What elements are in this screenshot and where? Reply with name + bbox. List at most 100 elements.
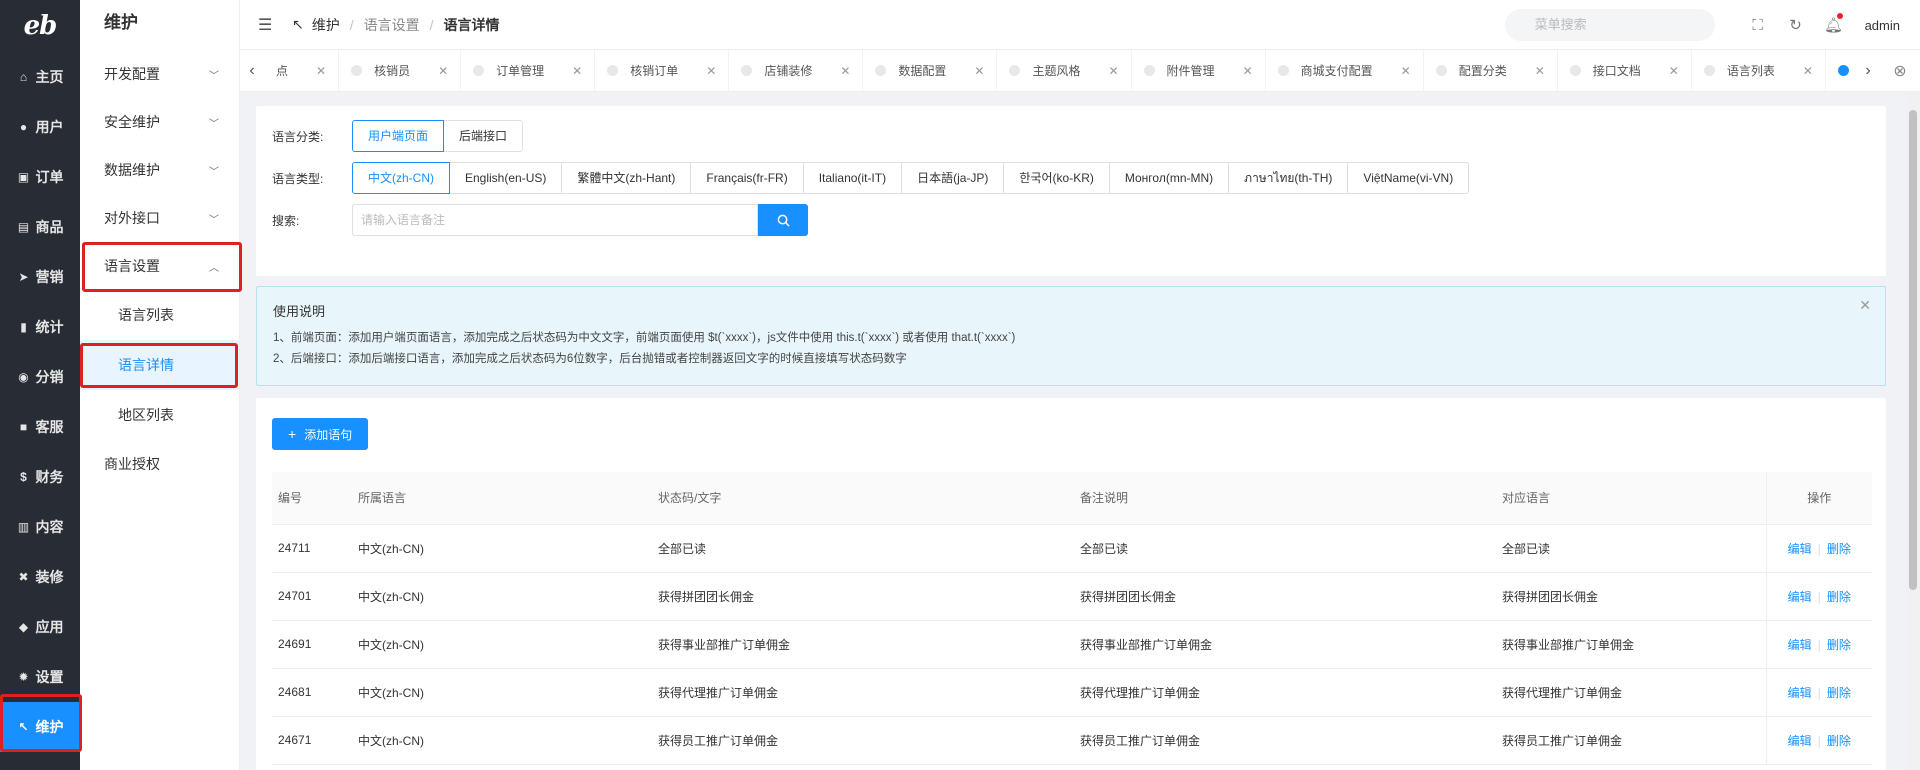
page-tab[interactable]: 配置分类 ✕ bbox=[1424, 50, 1558, 91]
tab-label: 附件管理 bbox=[1166, 64, 1215, 78]
page-tab[interactable]: 商城支付配置 ✕ bbox=[1266, 50, 1424, 91]
nav-item[interactable]: ✹ 设置 bbox=[0, 652, 80, 702]
nav-item[interactable]: ◆ 应用 bbox=[0, 602, 80, 652]
edit-link[interactable]: 编辑 bbox=[1788, 590, 1812, 604]
page-tab[interactable]: 附件管理 ✕ bbox=[1132, 50, 1266, 91]
edit-link[interactable]: 编辑 bbox=[1788, 686, 1812, 700]
nav-item[interactable]: ▣ 订单 bbox=[0, 152, 80, 202]
sub-menu-item[interactable]: 数据维护 ﹀ bbox=[80, 146, 239, 194]
row-actions: 编辑 | 删除 bbox=[1765, 620, 1872, 669]
language-type-option[interactable]: 日本語(ja-JP) bbox=[901, 162, 1005, 194]
page-tab[interactable]: 订单管理 ✕ bbox=[461, 50, 596, 91]
nav-item[interactable]: ▮ 统计 bbox=[0, 302, 80, 352]
sub-menu-child[interactable]: 地区列表 bbox=[80, 390, 239, 440]
fullscreen-icon[interactable]: ⛶ bbox=[1739, 17, 1777, 34]
nav-item[interactable]: ■ 客服 bbox=[0, 402, 80, 452]
nav-item[interactable]: ◉ 分销 bbox=[0, 352, 80, 402]
tab-status-dot bbox=[473, 65, 485, 76]
table-cell: 获得拼团团长佣金 bbox=[1496, 572, 1766, 621]
page-tab[interactable]: 主题风格 ✕ bbox=[997, 50, 1132, 91]
close-icon[interactable]: ✕ bbox=[706, 64, 716, 78]
language-type-option[interactable]: English(en-US) bbox=[449, 162, 563, 194]
gear-icon: ✹ bbox=[18, 670, 29, 684]
delete-link[interactable]: 删除 bbox=[1827, 638, 1851, 652]
language-type-option[interactable]: Монгол(mn-MN) bbox=[1108, 162, 1230, 194]
logo[interactable]: eb bbox=[0, 0, 80, 52]
category-option[interactable]: 后端接口 bbox=[443, 120, 524, 152]
nav-item[interactable]: $ 财务 bbox=[0, 452, 80, 502]
language-type-option[interactable]: ViệtName(vi-VN) bbox=[1347, 162, 1470, 194]
edit-link[interactable]: 编辑 bbox=[1788, 542, 1812, 556]
search-button[interactable] bbox=[758, 204, 808, 236]
users-icon: ◉ bbox=[18, 370, 29, 384]
refresh-icon[interactable]: ↻ bbox=[1777, 16, 1815, 34]
nav-item[interactable]: ▥ 内容 bbox=[0, 502, 80, 552]
language-type-option[interactable]: ภาษาไทย(th-TH) bbox=[1228, 162, 1349, 194]
delete-link[interactable]: 删除 bbox=[1827, 734, 1851, 748]
close-icon[interactable]: ✕ bbox=[316, 64, 326, 78]
language-type-option[interactable]: 한국어(ko-KR) bbox=[1003, 162, 1110, 194]
breadcrumb-item[interactable]: 语言设置 bbox=[364, 15, 420, 35]
page-tab[interactable]: 核销员 ✕ bbox=[339, 50, 462, 91]
sub-menu-child[interactable]: 语言列表 bbox=[80, 290, 239, 340]
sub-menu-item[interactable]: 商业授权 bbox=[80, 440, 239, 488]
nav-item[interactable]: ➤ 营销 bbox=[0, 252, 80, 302]
page-scrollbar[interactable] bbox=[1906, 92, 1920, 770]
sub-menu-item[interactable]: 安全维护 ﹀ bbox=[80, 98, 239, 146]
close-icon[interactable]: ✕ bbox=[438, 64, 448, 78]
close-icon[interactable]: ✕ bbox=[1535, 64, 1545, 78]
breadcrumb-item[interactable]: 维护 bbox=[312, 15, 340, 35]
nav-item[interactable]: ⌂ 主页 bbox=[0, 52, 80, 102]
page-tab[interactable]: 店铺装修 ✕ bbox=[729, 50, 864, 91]
column-header: 状态码/文字 bbox=[652, 472, 1074, 525]
close-icon[interactable]: ✕ bbox=[1108, 64, 1118, 78]
tabs-next-icon[interactable]: › bbox=[1856, 62, 1880, 80]
sub-menu: 维护 开发配置 ﹀ 安全维护 ﹀ 数据维护 ﹀ 对外接口 ﹀ 语言设置 ︿ 语言列表 语言详情 地区列表… bbox=[80, 0, 240, 770]
language-type-option[interactable]: Italiano(it-IT) bbox=[802, 162, 903, 194]
close-icon[interactable]: ✕ bbox=[572, 64, 582, 78]
nav-item[interactable]: ↖ 维护 bbox=[0, 702, 80, 752]
sub-menu-child[interactable]: 语言详情 bbox=[80, 340, 239, 390]
search-input[interactable] bbox=[352, 204, 758, 236]
close-icon[interactable]: ✕ bbox=[1243, 64, 1253, 78]
close-icon[interactable]: ✕ bbox=[840, 64, 850, 78]
close-icon[interactable]: ✕ bbox=[1401, 64, 1411, 78]
nav-item[interactable]: ✖ 装修 bbox=[0, 552, 80, 602]
page-tab[interactable]: 语言详情 bbox=[1826, 50, 1856, 91]
page-tab[interactable]: 核销订单 ✕ bbox=[595, 50, 730, 91]
language-type-option[interactable]: 繁體中文(zh-Hant) bbox=[561, 162, 692, 194]
collapse-menu-icon[interactable]: ☰ bbox=[258, 15, 278, 35]
bell-icon[interactable]: 🔔︎ bbox=[1815, 13, 1853, 34]
close-icon[interactable]: ✕ bbox=[1859, 297, 1871, 314]
delete-link[interactable]: 删除 bbox=[1827, 542, 1851, 556]
page-tab[interactable]: 接口文档 ✕ bbox=[1558, 50, 1692, 91]
scrollbar-thumb[interactable] bbox=[1909, 110, 1917, 590]
edit-link[interactable]: 编辑 bbox=[1788, 734, 1812, 748]
nav-item[interactable]: ▤ 商品 bbox=[0, 202, 80, 252]
add-statement-button[interactable]: + 添加语句 bbox=[272, 418, 369, 450]
table-cell: 24681 bbox=[272, 668, 352, 717]
table-cell: 获得员工推广订单佣金 bbox=[652, 716, 1074, 765]
nav-item[interactable]: ● 用户 bbox=[0, 102, 80, 152]
page-tab[interactable]: 点 ✕ bbox=[264, 50, 340, 91]
sub-menu-item[interactable]: 对外接口 ﹀ bbox=[80, 194, 239, 242]
close-icon[interactable]: ✕ bbox=[1669, 64, 1679, 78]
sub-menu-item[interactable]: 开发配置 ﹀ bbox=[80, 50, 239, 98]
close-all-tabs-icon[interactable]: ⊗ bbox=[1880, 61, 1920, 81]
row-actions: 编辑 | 删除 bbox=[1765, 716, 1872, 765]
edit-link[interactable]: 编辑 bbox=[1788, 638, 1812, 652]
tabs-prev-icon[interactable]: ‹ bbox=[240, 62, 264, 80]
language-type-option[interactable]: Français(fr-FR) bbox=[690, 162, 804, 194]
close-icon[interactable]: ✕ bbox=[1803, 64, 1813, 78]
category-option[interactable]: 用户端页面 bbox=[352, 120, 445, 152]
delete-link[interactable]: 删除 bbox=[1827, 686, 1851, 700]
language-type-option[interactable]: 中文(zh-CN) bbox=[352, 162, 450, 194]
menu-search-input[interactable]: 菜单搜索 bbox=[1504, 9, 1715, 41]
sub-menu-item[interactable]: 语言设置 ︿ bbox=[80, 242, 239, 290]
user-name[interactable]: admin bbox=[1865, 18, 1900, 33]
close-icon[interactable]: ✕ bbox=[974, 64, 984, 78]
page-tab[interactable]: 数据配置 ✕ bbox=[863, 50, 998, 91]
delete-link[interactable]: 删除 bbox=[1827, 590, 1851, 604]
breadcrumb-icon: ↖ bbox=[292, 16, 304, 32]
page-tab[interactable]: 语言列表 ✕ bbox=[1692, 50, 1826, 91]
